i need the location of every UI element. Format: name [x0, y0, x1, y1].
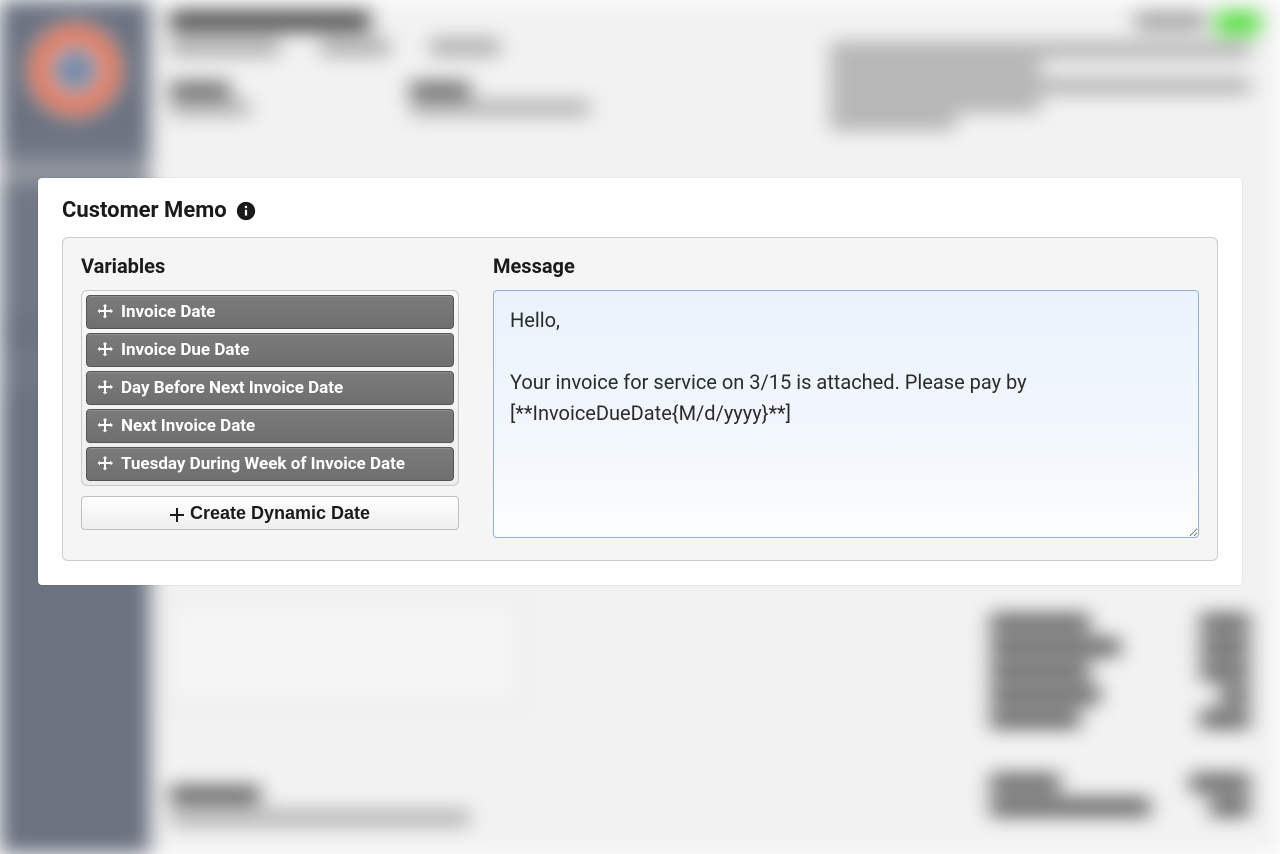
variable-tuesday-during-week-of-invoice-date[interactable]: Tuesday During Week of Invoice Date — [86, 447, 454, 481]
create-dynamic-date-button[interactable]: Create Dynamic Date — [81, 496, 459, 530]
variable-label: Day Before Next Invoice Date — [121, 378, 343, 398]
create-button-label: Create Dynamic Date — [190, 503, 370, 524]
move-icon — [97, 304, 113, 320]
variable-next-invoice-date[interactable]: Next Invoice Date — [86, 409, 454, 443]
move-icon — [97, 380, 113, 396]
memo-panel: Variables Invoice Date Invoice Due Date — [62, 237, 1218, 561]
variable-day-before-next-invoice-date[interactable]: Day Before Next Invoice Date — [86, 371, 454, 405]
move-icon — [97, 418, 113, 434]
modal-title-text: Customer Memo — [62, 198, 227, 223]
customer-memo-modal: Customer Memo Variables Invoice Date — [38, 178, 1242, 585]
app-logo — [25, 20, 125, 120]
move-icon — [97, 342, 113, 358]
modal-title: Customer Memo — [62, 198, 1218, 223]
message-column: Message — [493, 254, 1199, 542]
move-icon — [97, 456, 113, 472]
variables-column: Variables Invoice Date Invoice Due Date — [81, 254, 459, 542]
message-heading: Message — [493, 254, 1199, 278]
info-icon[interactable] — [235, 200, 257, 222]
variable-label: Invoice Due Date — [121, 340, 249, 360]
variables-heading: Variables — [81, 254, 459, 278]
variable-label: Tuesday During Week of Invoice Date — [121, 454, 405, 474]
variables-list: Invoice Date Invoice Due Date Day Before… — [81, 290, 459, 486]
variable-label: Next Invoice Date — [121, 416, 255, 436]
variable-invoice-date[interactable]: Invoice Date — [86, 295, 454, 329]
variable-invoice-due-date[interactable]: Invoice Due Date — [86, 333, 454, 367]
variable-label: Invoice Date — [121, 302, 215, 322]
plus-icon — [170, 506, 184, 520]
message-textarea[interactable] — [493, 290, 1199, 538]
